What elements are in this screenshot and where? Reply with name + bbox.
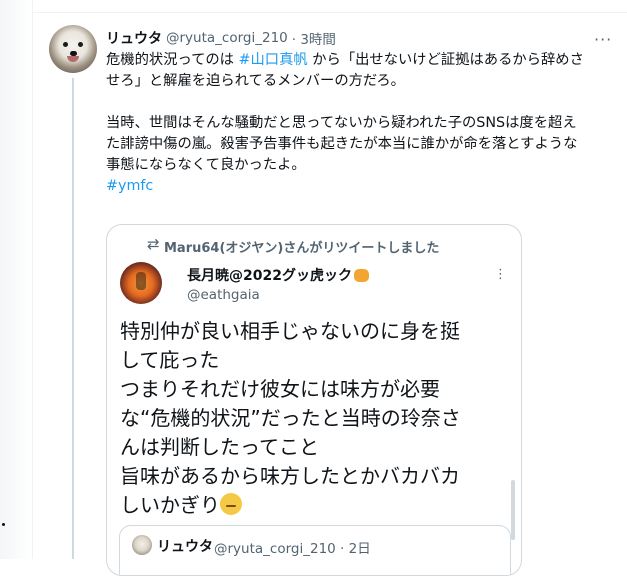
tweet-line: た誹謗中傷の嵐。殺害予告事件も起きたが本当に誰かが命を落とすような [106, 136, 578, 152]
tweet-time[interactable]: · 3時間 [292, 28, 336, 48]
scrollbar[interactable] [511, 480, 515, 540]
relieved-face-emoji-icon [220, 493, 242, 515]
quoted-line: んは判断したってこと [120, 435, 319, 459]
text-segment: 危機的状況ってのは [106, 52, 239, 68]
gutter-shade [0, 0, 30, 559]
quoted-avatar[interactable] [120, 262, 162, 304]
quoted-display-name[interactable]: 長月暁@2022グッ虎ック [187, 265, 369, 285]
text-segment: から「出せないけど証拠はあるから辞めさ [307, 52, 584, 68]
tweet-line: 当時、世間はそんな騒動だと思ってないから疑われた子のSNSは度を超え [106, 115, 577, 131]
quoted-line-text: しいかぎり [120, 493, 220, 517]
quoted-name-text: 長月暁@2022グッ虎ック [187, 268, 352, 284]
quoted-tweet-card[interactable]: ⇄ Maru64(オジヤン)さんがリツイートしました 長月暁@2022グッ虎ック… [106, 224, 522, 576]
nested-handle-time[interactable]: @ryuta_corgi_210 · 2日 [214, 537, 371, 557]
user-handle[interactable]: @ryuta_corgi_210 [166, 30, 288, 46]
previous-tweet-edge [32, 0, 627, 13]
quoted-more-icon[interactable]: ⋮ [494, 267, 507, 282]
tweet-line: 危機的状況ってのは #山口真帆 から「出せないけど証拠はあるから辞めさ [106, 50, 611, 71]
thread-line [72, 78, 74, 559]
quoted-text: 特別仲が良い相手じゃないのに身を挺 して庇った つまりそれだけ彼女には味方が必要… [120, 317, 520, 520]
tweet-line: せろ」と解雇を迫られてるメンバーの方だろ。 [106, 73, 405, 89]
avatar-mark [136, 272, 146, 290]
nested-quoted-tweet[interactable]: リュウタ @ryuta_corgi_210 · 2日 [119, 525, 511, 575]
avatar-mouth [67, 56, 79, 62]
nested-avatar[interactable] [132, 535, 152, 555]
timeline-dot [2, 523, 5, 526]
quoted-line: して庇った [120, 348, 220, 372]
tiger-emoji-icon [353, 269, 369, 282]
quoted-line: つまりそれだけ彼女には味方が必要 [120, 377, 440, 401]
nested-display-name[interactable]: リュウタ [157, 536, 213, 556]
avatar-eye [63, 42, 68, 47]
quoted-line-last: しいかぎり [120, 491, 520, 520]
more-options-icon[interactable]: ··· [594, 30, 612, 49]
quoted-line: 旨味があるから味方したとかバカバカ [120, 464, 460, 488]
retweet-notice[interactable]: Maru64(オジヤン)さんがリツイートしました [164, 237, 439, 256]
column-border [32, 0, 33, 559]
avatar[interactable] [49, 25, 97, 73]
retweet-icon: ⇄ [147, 235, 160, 253]
hashtag-ymfc[interactable]: #ymfc [106, 176, 611, 197]
quoted-handle[interactable]: @eathgaia [187, 287, 260, 303]
tweet-line: 事態にならなくて良かったよ。 [106, 157, 306, 173]
tweet-text: 危機的状況ってのは #山口真帆 から「出せないけど証拠はあるから辞めさ せろ」と… [106, 50, 611, 197]
display-name[interactable]: リュウタ [106, 28, 162, 48]
hashtag-link[interactable]: #山口真帆 [239, 52, 308, 68]
avatar-eye [78, 42, 83, 47]
quoted-line: 特別仲が良い相手じゃないのに身を挺 [120, 319, 460, 343]
quoted-line: な“危機的状況”だったと当時の玲奈さ [120, 406, 461, 430]
tweet-header: リュウタ @ryuta_corgi_210 · 3時間 [106, 28, 336, 48]
left-gutter [0, 0, 32, 559]
